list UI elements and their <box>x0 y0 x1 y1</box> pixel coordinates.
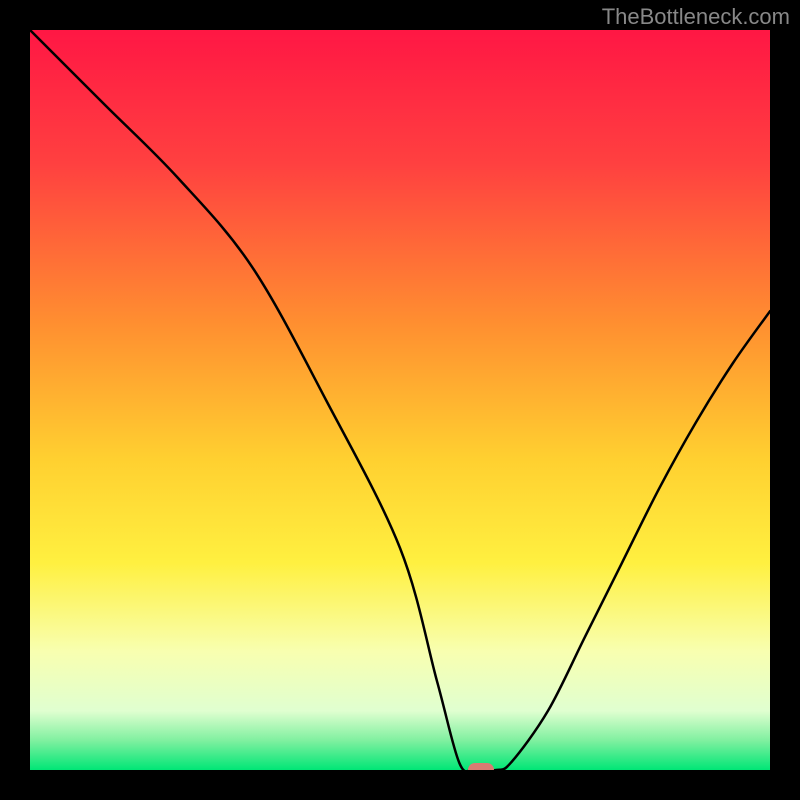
watermark-text: TheBottleneck.com <box>602 4 790 30</box>
plot-area <box>30 30 770 770</box>
chart-container: TheBottleneck.com <box>0 0 800 800</box>
bottleneck-marker <box>468 763 494 770</box>
bottleneck-curve <box>30 30 770 770</box>
